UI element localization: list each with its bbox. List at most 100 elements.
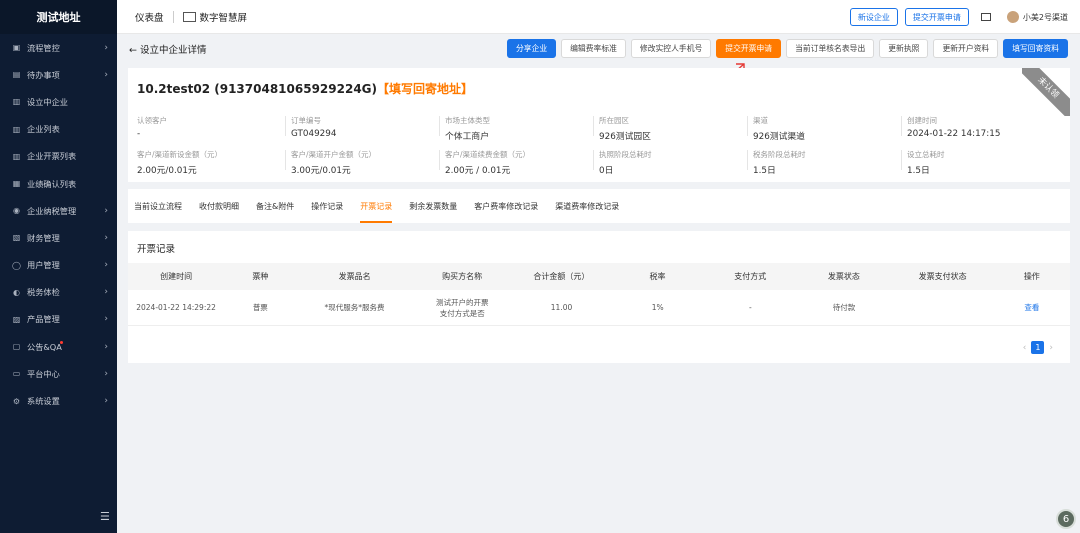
detail-tabs: 当前设立流程 收付款明细 备注&附件 操作记录 开票记录 剩余发票数量 客户费率修改记录 渠道… <box>128 189 1070 223</box>
action-button-7[interactable]: 填写回寄资料 <box>1003 39 1068 58</box>
info-field: 渠道 926测试渠道 <box>747 115 907 142</box>
collapse-menu-icon[interactable]: ☰ <box>100 510 110 523</box>
info-field: 客户/渠道新设金额（元） 2.00元/0.01元 <box>137 149 291 176</box>
dashboard-link[interactable]: 仪表盘 <box>135 10 164 24</box>
header-submit-invoice-button[interactable]: 提交开票申请 <box>904 8 969 26</box>
smart-screen-link[interactable]: 数字智慧屏 <box>182 10 247 24</box>
back-link[interactable]: ← 设立中企业详情 <box>129 42 206 56</box>
sidebar-item-label: 待办事项 <box>27 69 60 80</box>
field-divider <box>747 116 748 136</box>
action-button-0[interactable]: 分享企业 <box>506 39 557 58</box>
field-label: 渠道 <box>753 116 768 125</box>
field-divider <box>593 150 594 170</box>
sidebar-item-label: 企业列表 <box>27 124 60 135</box>
field-divider <box>593 116 594 136</box>
info-field: 客户/渠道开户金额（元） 3.00元/0.01元 <box>285 149 445 176</box>
check-icon: ▦ <box>12 179 21 189</box>
table-cell: 测试开户的开票支付方式是否 <box>435 297 489 318</box>
chevron-right-icon: › <box>104 287 108 298</box>
sidebar-item-10[interactable]: ▨ 产品管理 › <box>0 306 117 333</box>
invoice-table: 创建时间 票种 发票品名 购买方名称 合计金额（元） 税率 支付方式 发票状态 发票支付状态 操作… <box>128 263 1070 326</box>
sidebar-item-label: 产品管理 <box>27 314 60 325</box>
sidebar-item-label: 用户管理 <box>27 260 60 271</box>
sidebar-item-label: 税务体检 <box>27 287 60 298</box>
chevron-right-icon: › <box>104 341 108 352</box>
sidebar-item-label: 流程管控 <box>27 42 60 53</box>
column-header: 发票状态 <box>827 272 860 281</box>
sidebar-item-11[interactable]: ▢ 公告&QA › <box>0 333 117 360</box>
chevron-right-icon: › <box>104 260 108 271</box>
user-name[interactable]: 小美2号渠道 <box>1023 12 1068 23</box>
action-button-4[interactable]: 当前订单核名表导出 <box>786 39 875 58</box>
pagination: ‹ 1 › <box>1018 341 1058 354</box>
action-toolbar: 分享企业 编辑费率标准 修改实控人手机号 提交开票申请 当前订单核名表导出 更新执照 更新开… <box>502 39 1068 58</box>
next-page-icon[interactable]: › <box>1049 343 1053 353</box>
sidebar-item-6[interactable]: ◉ 企业纳税管理 › <box>0 197 117 224</box>
building-icon: ▥ <box>12 151 21 161</box>
field-divider <box>285 150 286 170</box>
tab-6[interactable]: 客户费率修改记录 <box>474 189 538 223</box>
fill-return-address-link[interactable]: 【填写回寄地址】 <box>377 82 473 96</box>
avatar[interactable] <box>1006 11 1019 23</box>
sidebar-item-label: 企业纳税管理 <box>27 205 77 216</box>
info-field: 订单编号 GT049294 <box>285 115 445 142</box>
app-logo[interactable]: 测试地址 <box>0 0 117 34</box>
sidebar-item-4[interactable]: ▥ 企业开票列表 <box>0 143 117 170</box>
health-icon: ◐ <box>13 287 20 297</box>
tab-1[interactable]: 收付款明细 <box>199 189 239 223</box>
action-button-1[interactable]: 编辑费率标准 <box>561 39 626 58</box>
user-icon: ◯ <box>12 260 21 270</box>
sidebar-item-2[interactable]: ▥ 设立中企业 <box>0 88 117 115</box>
tab-4[interactable]: 开票记录 <box>360 189 393 223</box>
sidebar-item-label: 设立中企业 <box>27 96 68 107</box>
field-value: 1.5日 <box>753 166 776 176</box>
tab-2[interactable]: 备注&附件 <box>256 189 294 223</box>
column-header: 支付方式 <box>734 272 767 281</box>
sidebar-item-12[interactable]: ▭ 平台中心 › <box>0 360 117 387</box>
view-link[interactable]: 查看 <box>994 302 1070 313</box>
info-field: 所在园区 926测试园区 <box>593 115 753 142</box>
sidebar-item-5[interactable]: ▦ 业绩确认列表 <box>0 170 117 197</box>
chevron-right-icon: › <box>104 396 108 407</box>
action-button-5[interactable]: 更新执照 <box>879 39 929 58</box>
sidebar-item-label: 公告&QA <box>27 341 62 352</box>
table-row: 2024-01-22 14:29:22 普票 *现代服务*服务费 测试开户的开票支付方… <box>128 290 1070 326</box>
field-divider <box>901 150 902 170</box>
action-button-2[interactable]: 修改实控人手机号 <box>630 39 712 58</box>
prev-page-icon[interactable]: ‹ <box>1023 343 1027 353</box>
notification-badge[interactable]: 6 <box>1056 509 1076 529</box>
tab-3[interactable]: 操作记录 <box>311 189 343 223</box>
flow-icon: ▣ <box>12 43 21 53</box>
info-field: 创建时间 2024-01-22 14:17:15 <box>901 115 1061 142</box>
sidebar-item-7[interactable]: ▧ 财务管理 › <box>0 224 117 251</box>
sidebar-item-3[interactable]: ▥ 企业列表 <box>0 116 117 143</box>
action-button-3[interactable]: 提交开票申请 <box>716 39 782 58</box>
page-number[interactable]: 1 <box>1031 341 1045 354</box>
field-value: 0日 <box>599 166 614 176</box>
sidebar-item-8[interactable]: ◯ 用户管理 › <box>0 252 117 279</box>
header-divider <box>172 10 174 23</box>
company-name: 10.2test02 (91370481065929224G) <box>137 82 377 96</box>
action-button-6[interactable]: 更新开户资料 <box>933 39 999 58</box>
sidebar-item-label: 财务管理 <box>27 232 60 243</box>
chevron-right-icon: › <box>104 42 108 53</box>
product-icon: ▨ <box>12 314 21 324</box>
platform-icon: ▭ <box>12 369 21 379</box>
sidebar-item-0[interactable]: ▣ 流程管控 › <box>0 34 117 61</box>
tab-5[interactable]: 剩余发票数量 <box>409 189 457 223</box>
field-value: 2.00元 / 0.01元 <box>445 166 511 176</box>
new-company-button[interactable]: 新设企业 <box>849 8 898 26</box>
invoice-records-card: 开票记录 创建时间 票种 发票品名 购买方名称 合计金额（元） 税率 支付方式 发票状态 发票支… <box>128 231 1070 363</box>
info-field: 税务阶段总耗时 1.5日 <box>747 149 907 176</box>
table-cell: 11.00 <box>550 303 573 312</box>
sidebar-item-1[interactable]: ▤ 待办事项 › <box>0 61 117 88</box>
info-field: 市场主体类型 个体工商户 <box>439 115 599 142</box>
settings-icon: ⚙ <box>12 396 21 406</box>
sidebar-item-13[interactable]: ⚙ 系统设置 › <box>0 387 117 414</box>
field-divider <box>285 116 286 136</box>
tab-0[interactable]: 当前设立流程 <box>134 189 182 223</box>
column-header: 购买方名称 <box>442 272 483 281</box>
tab-7[interactable]: 渠道费率修改记录 <box>555 189 619 223</box>
mail-icon[interactable] <box>980 13 991 21</box>
sidebar-item-9[interactable]: ◐ 税务体检 › <box>0 279 117 306</box>
